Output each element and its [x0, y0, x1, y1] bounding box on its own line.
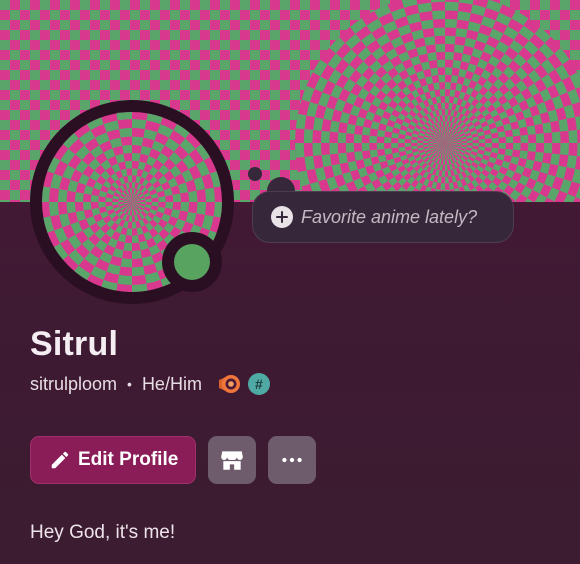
shop-icon [221, 451, 243, 470]
display-name: Sitrul [30, 325, 119, 363]
pronouns: He/Him [141, 373, 202, 394]
bio-text: Hey God, it's me! [30, 522, 176, 543]
edit-profile-label: Edit Profile [78, 449, 179, 470]
more-horizontal-icon [282, 457, 302, 463]
profile-card: Favorite anime lately? Sitrul sitrulploo… [0, 0, 580, 564]
status-placeholder: Favorite anime lately? [301, 206, 478, 227]
hashtag-badge-icon[interactable]: # [247, 373, 270, 395]
plus-circle-icon [271, 206, 293, 228]
nitro-boost-badge-icon[interactable] [216, 373, 240, 395]
online-status-dot [174, 244, 210, 280]
edit-profile-button[interactable]: Edit Profile [30, 436, 196, 484]
custom-status-bubble[interactable]: Favorite anime lately? [252, 191, 514, 243]
status-indicator [162, 232, 222, 292]
more-options-button[interactable] [268, 436, 316, 484]
shop-button[interactable] [208, 436, 256, 484]
avatar[interactable] [30, 100, 234, 304]
username: sitrulploom [30, 373, 118, 394]
pencil-icon [51, 451, 69, 469]
user-meta-row: sitrulploom • He/Him # [30, 372, 270, 396]
thought-bubble-dot-small [248, 167, 262, 181]
meta-separator: • [127, 376, 132, 392]
